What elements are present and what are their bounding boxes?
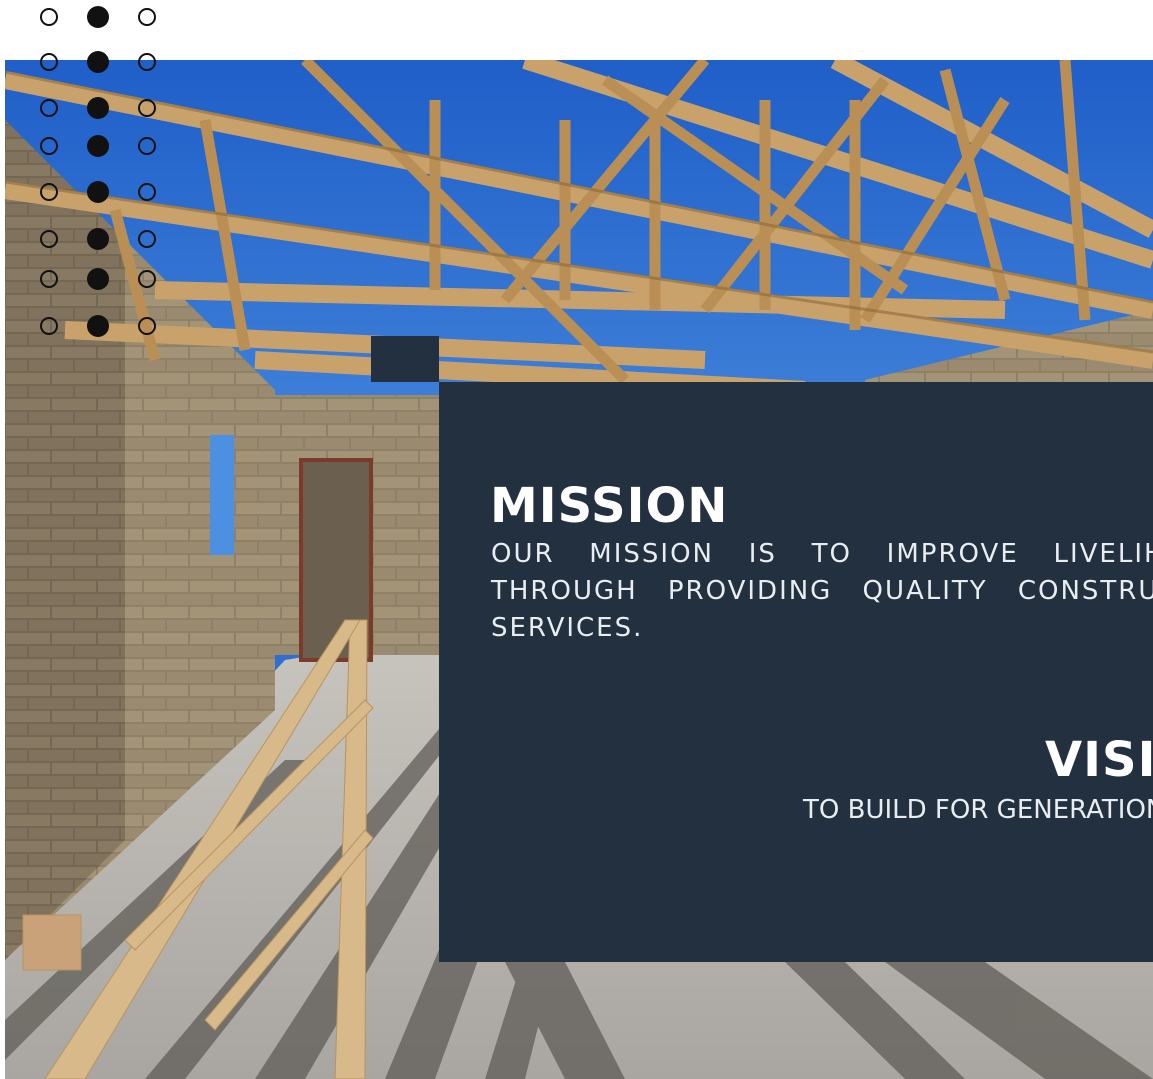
dot-hollow [40,53,58,71]
dot-hollow [138,317,156,335]
dot-filled [87,135,109,157]
dot-filled [87,181,109,203]
dot-hollow [138,99,156,117]
dot-filled [87,315,109,337]
dot-filled [87,228,109,250]
mission-vision-panel: MISSION OUR MISSION IS TO IMPROVE LIVELI… [439,382,1153,962]
dot-hollow [40,270,58,288]
dot-filled [87,6,109,28]
dot-pattern [40,6,162,341]
dot-hollow [138,137,156,155]
vision-text: TO BUILD FOR GENERATIONS [803,795,1153,825]
mission-title: MISSION [490,478,729,534]
dot-hollow [40,317,58,335]
dot-hollow [138,183,156,201]
dot-hollow [138,8,156,26]
dot-hollow [138,230,156,248]
accent-square [371,336,439,382]
mission-text: OUR MISSION IS TO IMPROVE LIVELIHOODS TH… [491,539,1153,643]
dot-hollow [40,99,58,117]
dot-hollow [138,53,156,71]
dot-filled [87,97,109,119]
dot-hollow [40,137,58,155]
dot-hollow [40,230,58,248]
vision-title: VISION [1045,732,1153,788]
dot-hollow [40,183,58,201]
dot-hollow [138,270,156,288]
dot-hollow [40,8,58,26]
dot-filled [87,51,109,73]
page: MISSION OUR MISSION IS TO IMPROVE LIVELI… [0,0,1153,1079]
dot-filled [87,268,109,290]
